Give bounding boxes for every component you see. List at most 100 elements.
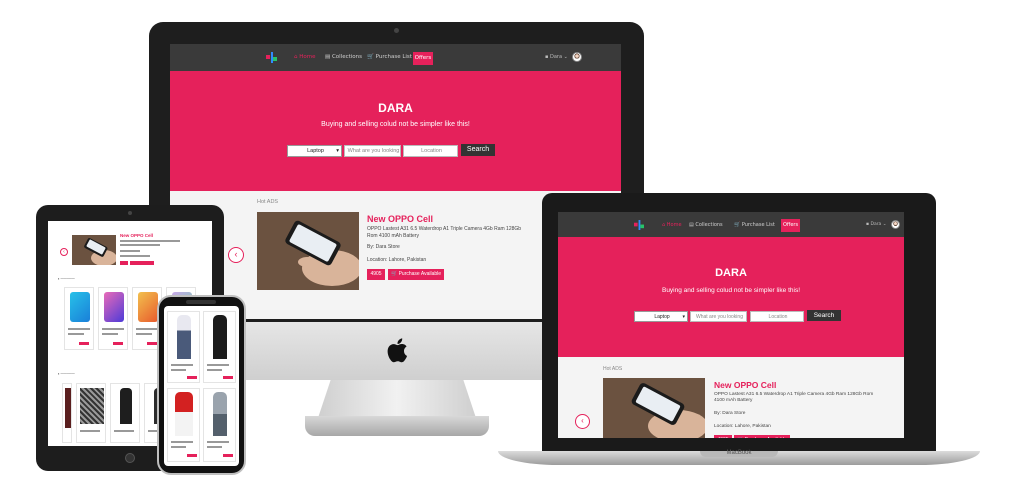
product-title-line xyxy=(114,430,134,432)
location-input[interactable]: Location xyxy=(750,311,804,322)
product-title-line xyxy=(102,328,124,330)
apple-logo-icon xyxy=(387,338,408,363)
product-title-line xyxy=(207,364,229,366)
hero-banner: DARA Buying and selling colud not be sim… xyxy=(558,237,904,357)
product-button[interactable] xyxy=(147,342,157,345)
product-card[interactable] xyxy=(98,287,128,350)
nav-home-label: Home xyxy=(666,222,682,228)
purchase-button-label: Purchase Available xyxy=(745,437,787,438)
user-menu[interactable]: ▪ Dara ⌄ xyxy=(545,54,568,60)
product-title-line xyxy=(171,369,186,371)
ad-price-badge: 4905 xyxy=(714,435,732,438)
purchase-button[interactable]: 🛒 Purchase Available xyxy=(388,269,444,280)
logo-icon[interactable] xyxy=(266,52,277,63)
search-button[interactable]: Search xyxy=(807,310,841,321)
phone-in-hand-image xyxy=(257,212,359,290)
iphone-speaker xyxy=(186,300,216,304)
product-title-line xyxy=(207,441,229,443)
ad-description: OPPO Lastest A31 6.5 Waterdrop A1 Triple… xyxy=(714,392,874,404)
product-title-line xyxy=(171,441,193,443)
ad-description-line xyxy=(120,240,180,242)
search-input[interactable]: What are you looking xyxy=(690,311,747,322)
avatar[interactable] xyxy=(572,52,582,62)
carousel-prev-button[interactable]: ‹ xyxy=(60,248,68,256)
nav-home-label: Home xyxy=(299,54,316,60)
nav-collections-label: Collections xyxy=(331,54,363,60)
iphone-screen xyxy=(164,306,239,466)
chevron-down-icon: ▾ xyxy=(682,314,685,320)
product-title-line xyxy=(207,369,222,371)
nav-collections[interactable]: ▤ Collections xyxy=(325,54,362,60)
category-select[interactable]: Laptop ▾ xyxy=(634,311,688,322)
carousel-prev-button[interactable]: ‹ xyxy=(575,414,590,429)
purchase-button[interactable] xyxy=(130,261,154,265)
user-menu[interactable]: ▪ Dara ⌄ xyxy=(866,222,887,227)
section-label: Hot ADS xyxy=(257,199,279,205)
imac-stand-foot xyxy=(305,416,489,436)
nav-home[interactable]: ⌂ Home xyxy=(662,222,682,228)
purchase-button[interactable]: 🛒 Purchase Available xyxy=(734,435,790,438)
hero-banner: DARA Buying and selling colud not be sim… xyxy=(170,71,621,191)
product-button[interactable] xyxy=(187,454,197,457)
nav-purchase-list[interactable]: 🛒 Purchase List xyxy=(734,222,775,228)
product-button[interactable] xyxy=(113,342,123,345)
ad-title[interactable]: New OPPO Cell xyxy=(120,233,153,238)
section-heading: ▪ ───── xyxy=(58,276,75,281)
nav-collections-label: Collections xyxy=(695,222,723,228)
search-button[interactable]: Search xyxy=(461,144,495,156)
product-card[interactable] xyxy=(167,388,200,462)
section-heading: ▪ ───── xyxy=(58,371,75,376)
ad-image[interactable] xyxy=(72,235,116,265)
ad-title[interactable]: New OPPO Cell xyxy=(714,380,776,390)
nav-home[interactable]: ⌂ Home xyxy=(294,54,316,60)
product-title-line xyxy=(171,446,186,448)
macbook-screen: ⌂ Home ▤ Collections 🛒 Purchase List Off… xyxy=(558,212,904,438)
ad-image[interactable] xyxy=(257,212,359,290)
product-button[interactable] xyxy=(79,342,89,345)
nav-offers-button[interactable]: Offers xyxy=(781,219,800,232)
section-label: Hot ADS xyxy=(603,366,623,372)
user-name: Dara xyxy=(549,54,563,60)
product-image xyxy=(175,392,193,436)
product-card[interactable] xyxy=(167,311,200,383)
product-image xyxy=(213,315,227,359)
product-image xyxy=(138,292,158,322)
location-input[interactable]: Location xyxy=(403,145,458,157)
category-select[interactable]: Laptop ▾ xyxy=(287,145,342,157)
product-image xyxy=(120,388,132,424)
ad-title[interactable]: New OPPO Cell xyxy=(367,214,433,224)
product-title-line xyxy=(136,328,158,330)
product-title-line xyxy=(80,430,100,432)
product-title-line xyxy=(136,333,152,335)
nav-purchase-list[interactable]: 🛒 Purchase List xyxy=(367,54,412,60)
nav-offers-button[interactable]: Offers xyxy=(413,52,433,65)
product-button[interactable] xyxy=(223,454,233,457)
product-card[interactable] xyxy=(203,388,236,462)
product-image xyxy=(177,315,191,359)
product-card[interactable] xyxy=(76,383,106,443)
product-title-line xyxy=(68,328,90,330)
ad-image[interactable] xyxy=(603,378,705,438)
product-button[interactable] xyxy=(187,376,197,379)
ipad-camera xyxy=(128,211,132,215)
nav-collections[interactable]: ▤ Collections xyxy=(689,222,723,228)
phone-in-hand-image xyxy=(603,378,705,438)
product-card[interactable] xyxy=(110,383,140,443)
nav-purchase-list-label: Purchase List xyxy=(375,54,412,60)
product-card[interactable] xyxy=(64,287,94,350)
logo-icon[interactable] xyxy=(634,220,644,230)
product-card[interactable] xyxy=(62,383,72,443)
product-button[interactable] xyxy=(223,376,233,379)
carousel-prev-button[interactable]: ‹ xyxy=(228,247,244,263)
imac-camera xyxy=(394,28,399,33)
phone-in-hand-image xyxy=(72,235,116,265)
hero-subtitle: Buying and selling colud not be simpler … xyxy=(661,287,801,294)
search-input[interactable]: What are you looking xyxy=(344,145,401,157)
category-select-value: Laptop xyxy=(307,148,324,154)
ad-seller: By: Dara Store xyxy=(367,244,400,250)
avatar[interactable] xyxy=(891,220,900,229)
product-title-line xyxy=(207,446,222,448)
product-image xyxy=(104,292,124,322)
product-card[interactable] xyxy=(203,311,236,383)
product-title-line xyxy=(171,364,193,366)
